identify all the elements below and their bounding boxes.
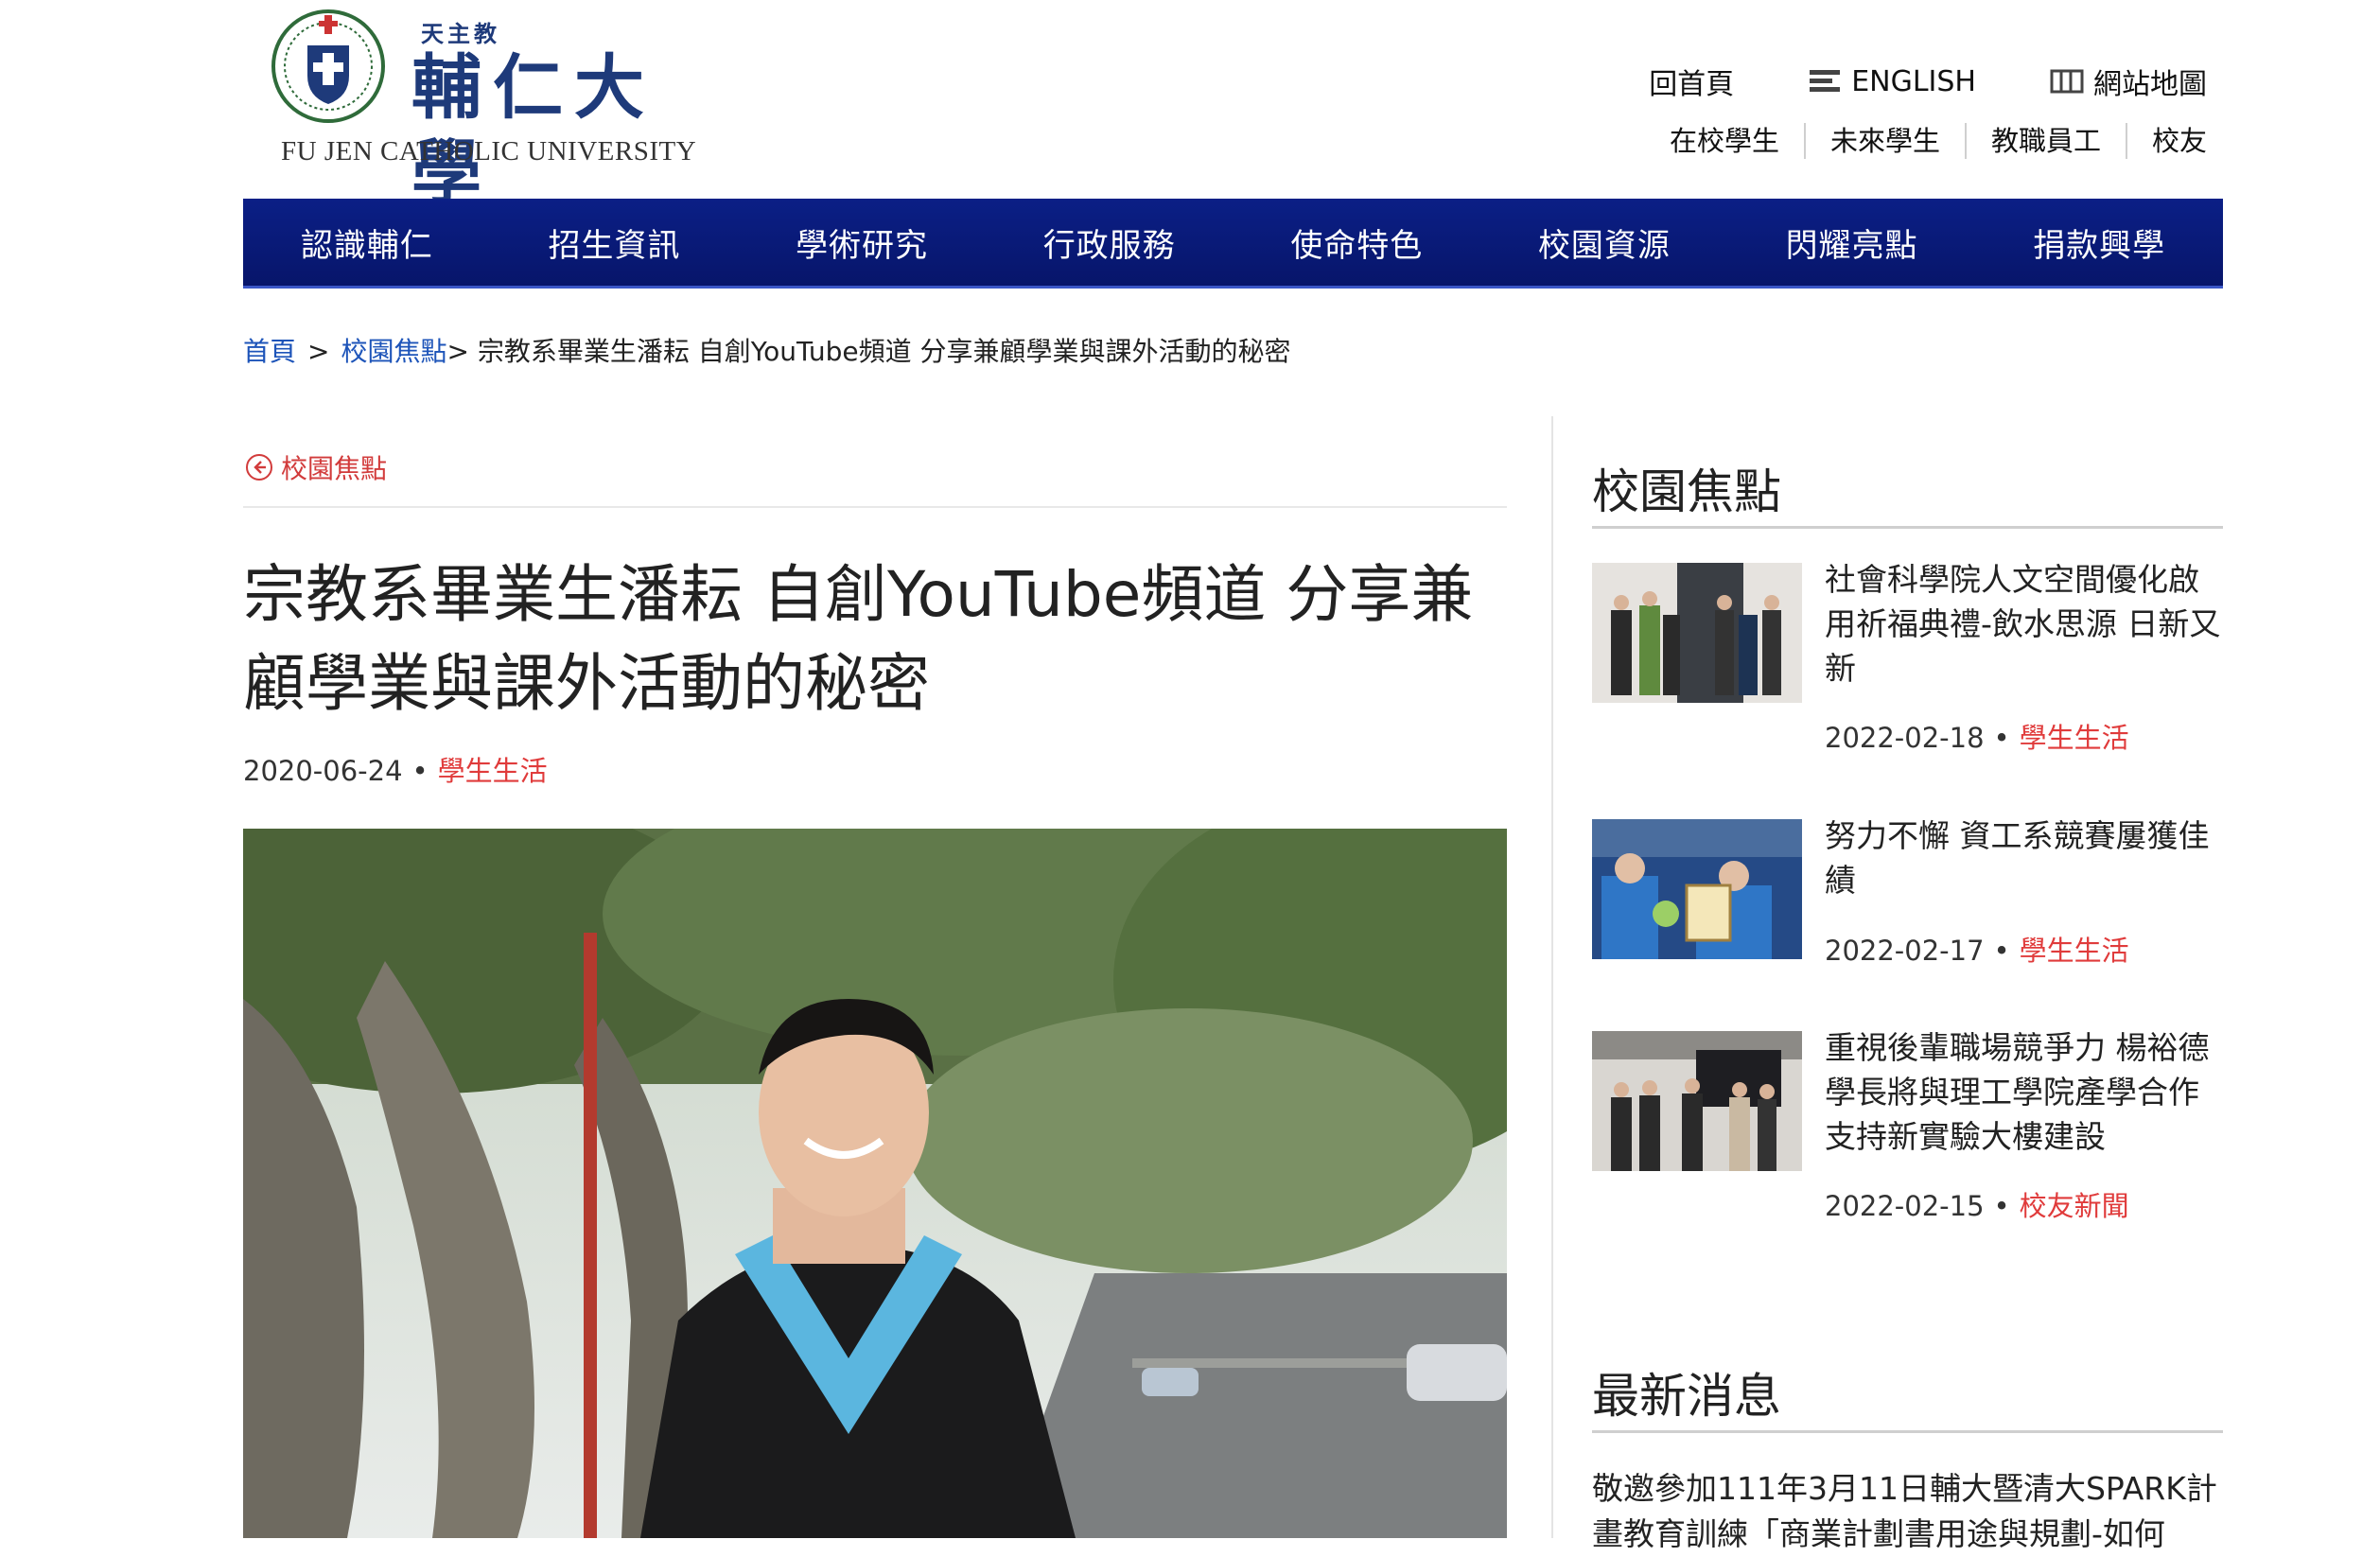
audience-staff[interactable]: 教職員工 [1964,123,2126,159]
focus-item-meta: 2022-02-17 • 學生生活 [1825,929,2129,969]
breadcrumb-home[interactable]: 首頁 [243,336,296,367]
breadcrumb-current: 宗教系畢業生潘耘 自創YouTube頻道 分享兼顧學業與課外活動的秘密 [477,336,1291,367]
nav-item-resources[interactable]: 校園資源 [1480,199,1728,286]
sidebar-focus-heading: 校園焦點 [1592,464,1781,519]
english-link[interactable]: ENGLISH [1808,65,1976,98]
meta-dot: • [1993,722,2010,754]
nav-item-admissions[interactable]: 招生資訊 [491,199,739,286]
focus-item-date: 2022-02-18 [1825,722,1985,754]
article-title: 宗教系畢業生潘耘 自創YouTube頻道 分享兼顧學業與課外活動的秘密 [243,558,1474,720]
nav-item-donate[interactable]: 捐款興學 [1975,199,2223,286]
sidebar-latest-heading: 最新消息 [1592,1369,1781,1424]
award-photo [1592,819,1802,959]
nav-item-mission[interactable]: 使命特色 [1234,199,1481,286]
home-link[interactable]: 回首頁 [1649,61,1734,102]
article-category[interactable]: 學生生活 [438,755,548,787]
brand-name-zh: 輔仁大學 [411,47,656,214]
back-link-label: 校園焦點 [281,453,388,484]
language-icon [1810,70,1841,92]
nav-item-about[interactable]: 認識輔仁 [243,199,491,286]
page: 天主教 輔仁大學 FU JEN CATHOLIC UNIVERSITY 回首頁 … [0,0,2380,1552]
audience-prospective[interactable]: 未來學生 [1803,123,1965,159]
focus-item-meta: 2022-02-15 • 校友新聞 [1825,1184,2129,1224]
focus-item-category[interactable]: 校友新聞 [2020,1190,2129,1222]
latest-news-item[interactable]: 敬邀參加111年3月11日輔大暨清大SPARK計畫教育訓練「商業計劃書用途與規劃… [1592,1466,2223,1557]
focus-item-thumbnail[interactable] [1592,819,1802,959]
focus-item-category[interactable]: 學生生活 [2020,722,2129,754]
breadcrumb-section[interactable]: 校園焦點 [341,336,446,367]
utility-nav: 回首頁 ENGLISH 網站地圖 [1575,61,2207,102]
sidebar-divider [1592,526,2223,529]
graduate-photo [243,829,1507,1538]
breadcrumb-separator: > [307,336,330,367]
audience-nav: 在校學生 未來學生 教職員工 校友 [1645,123,2207,159]
focus-item-category[interactable]: 學生生活 [2020,935,2129,967]
focus-item-title[interactable]: 努力不懈 資工系競賽屢獲佳績 [1825,813,2222,902]
university-seal-icon [271,9,385,123]
section-divider [243,506,1507,508]
article-meta: 2020-06-24 • 學生生活 [243,749,548,789]
sidebar-divider [1592,1430,2223,1433]
focus-item-date: 2022-02-15 [1825,1190,1985,1222]
meta-dot: • [411,755,429,787]
sitemap-link[interactable]: 網站地圖 [2050,61,2207,102]
focus-item[interactable]: 努力不懈 資工系競賽屢獲佳績 2022-02-17 • 學生生活 [1592,817,2223,989]
meta-dot: • [1993,935,2010,967]
sitemap-link-label: 網站地圖 [2093,68,2207,101]
ceremony-photo [1592,563,1802,703]
article-date: 2020-06-24 [243,755,403,787]
back-arrow-icon [246,454,272,481]
focus-item-title[interactable]: 重視後輩職場競爭力 楊裕德學長將與理工學院產學合作 支持新實驗大樓建設 [1825,1025,2222,1159]
sitemap-icon [2050,69,2084,94]
meta-dot: • [1993,1190,2010,1222]
focus-item-meta: 2022-02-18 • 學生生活 [1825,716,2129,756]
english-link-label: ENGLISH [1851,64,1976,98]
audience-alumni[interactable]: 校友 [2125,123,2207,159]
breadcrumb: 首頁 > 校園焦點> 宗教系畢業生潘耘 自創YouTube頻道 分享兼顧學業與課外活… [243,331,1291,369]
nav-item-highlights[interactable]: 閃耀亮點 [1728,199,1976,286]
focus-item-date: 2022-02-17 [1825,935,1985,967]
main-nav: 認識輔仁 招生資訊 學術研究 行政服務 使命特色 校園資源 閃耀亮點 捐款興學 [243,199,2223,289]
focus-item[interactable]: 社會科學院人文空間優化啟用祈福典禮-飲水思源 日新又新 2022-02-18 • 學… [1592,561,2223,754]
breadcrumb-separator: > [446,336,469,367]
brand-name-en: FU JEN CATHOLIC UNIVERSITY [281,136,697,166]
back-link[interactable]: 校園焦點 [245,448,387,486]
focus-item-title[interactable]: 社會科學院人文空間優化啟用祈福典禮-飲水思源 日新又新 [1825,557,2222,691]
audience-students[interactable]: 在校學生 [1645,123,1804,159]
nav-item-research[interactable]: 學術研究 [738,199,986,286]
nav-item-administration[interactable]: 行政服務 [986,199,1234,286]
brand-tagline: 天主教 [421,20,500,47]
focus-item[interactable]: 重視後輩職場競爭力 楊裕德學長將與理工學院產學合作 支持新實驗大樓建設 2022… [1592,1029,2223,1230]
home-link-label: 回首頁 [1649,68,1735,101]
focus-item-thumbnail[interactable] [1592,1031,1802,1171]
focus-item-thumbnail[interactable] [1592,563,1802,703]
column-divider [1551,416,1553,1538]
article-hero-image [243,829,1507,1538]
university-logo[interactable]: 天主教 輔仁大學 FU JEN CATHOLIC UNIVERSITY [270,8,714,214]
alumni-photo [1592,1031,1802,1171]
